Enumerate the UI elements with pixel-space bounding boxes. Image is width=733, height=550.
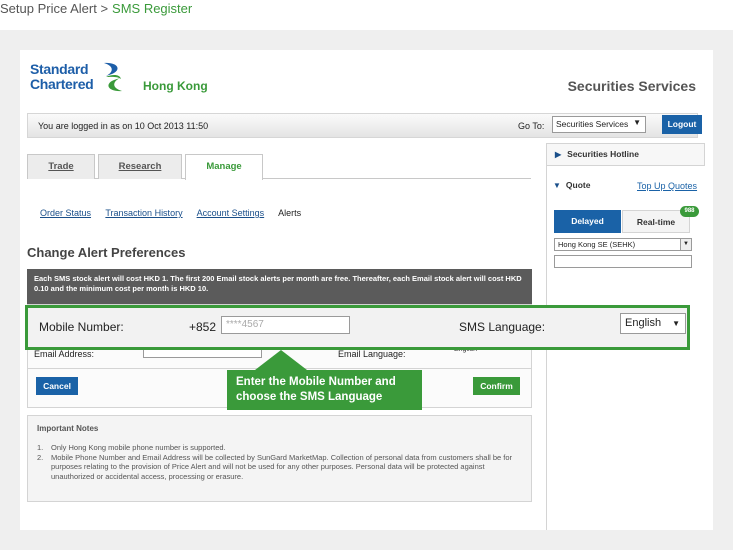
mobile-number-input[interactable]: ****4567 — [221, 316, 350, 334]
logout-button[interactable]: Logout — [662, 115, 702, 134]
brand-line1: Standard — [30, 61, 89, 77]
securities-hotline[interactable]: ▶ Securities Hotline — [546, 143, 705, 166]
subnav-transaction-history[interactable]: Transaction History — [105, 208, 182, 218]
login-bar: You are logged in as on 10 Oct 2013 11:5… — [27, 113, 702, 138]
subnav-order-status[interactable]: Order Status — [40, 208, 91, 218]
tab-delayed[interactable]: Delayed — [554, 210, 621, 233]
quote-header[interactable]: ▼ Quote — [553, 180, 590, 190]
callout-pointer — [255, 350, 307, 370]
exchange-value: Hong Kong SE (SEHK) — [558, 240, 636, 249]
tab-manage[interactable]: Manage — [185, 154, 263, 180]
sms-language-select[interactable]: English ▼ — [620, 313, 686, 334]
service-title: Securities Services — [567, 78, 696, 94]
goto-label: Go To: — [518, 121, 545, 131]
login-message: You are logged in as on 10 Oct 2013 11:5… — [38, 121, 209, 131]
quote-label: Quote — [565, 180, 591, 190]
important-notes: Important Notes 1. Only Hong Kong mobile … — [27, 415, 532, 502]
note-item: 1. Only Hong Kong mobile phone number is … — [37, 443, 226, 452]
sms-language-value: English — [625, 317, 662, 329]
chevron-down-icon: ▼ — [680, 239, 691, 250]
subnav-account-settings[interactable]: Account Settings — [197, 208, 265, 218]
quote-symbol-input[interactable] — [554, 255, 692, 268]
chevron-down-icon: ▼ — [672, 319, 680, 328]
cancel-button[interactable]: Cancel — [36, 377, 78, 395]
breadcrumb: Setup Price Alert > SMS Register — [0, 1, 192, 16]
sms-language-label: SMS Language: — [459, 320, 546, 334]
breadcrumb-current: SMS Register — [112, 1, 193, 16]
confirm-button[interactable]: Confirm — [473, 377, 520, 395]
subnav-alerts: Alerts — [278, 208, 302, 218]
email-language-label: Email Language: — [338, 349, 406, 359]
triangle-down-icon: ▼ — [553, 181, 561, 190]
standard-chartered-logo: Standard Chartered — [30, 60, 125, 96]
main-tabs: Trade Research Manage — [27, 154, 531, 180]
tab-research[interactable]: Research — [98, 154, 182, 179]
triangle-right-icon: ▶ — [555, 150, 562, 159]
instruction-callout: Enter the Mobile Number and choose the S… — [227, 370, 422, 410]
region-label: Hong Kong — [143, 79, 208, 93]
app-panel: Standard Chartered Hong Kong Securities … — [20, 50, 713, 530]
email-address-label: Email Address: — [34, 349, 95, 359]
breadcrumb-parent[interactable]: Setup Price Alert > — [0, 1, 108, 16]
note-item: 2. Mobile Phone Number and Email Address … — [37, 452, 513, 481]
top-up-quotes-link[interactable]: Top Up Quotes — [637, 181, 697, 191]
chevron-down-icon: ▼ — [633, 118, 641, 127]
brand-swoosh-icon — [104, 62, 122, 92]
sub-navigation: Order Status Transaction History Account… — [40, 208, 313, 218]
goto-select[interactable]: Securities Services ▼ — [552, 116, 646, 133]
quote-count-badge: 988 — [680, 206, 699, 217]
page-title: Change Alert Preferences — [27, 245, 186, 260]
hotline-label: Securities Hotline — [567, 149, 639, 159]
tab-trade[interactable]: Trade — [27, 154, 95, 179]
mobile-sms-highlight: Mobile Number: +852 ****4567 SMS Languag… — [25, 305, 690, 350]
exchange-select[interactable]: Hong Kong SE (SEHK) ▼ — [554, 238, 692, 251]
cost-info-box: Each SMS stock alert will cost HKD 1. Th… — [27, 269, 532, 304]
notes-title: Important Notes — [37, 424, 99, 433]
quote-tabs: Delayed Real-time — [554, 210, 690, 233]
brand-line2: Chartered — [30, 76, 94, 92]
country-code: +852 — [189, 320, 217, 334]
screenshot-stage: Standard Chartered Hong Kong Securities … — [0, 30, 733, 550]
goto-select-value: Securities Services — [556, 119, 629, 129]
mobile-number-label: Mobile Number: — [39, 320, 124, 334]
